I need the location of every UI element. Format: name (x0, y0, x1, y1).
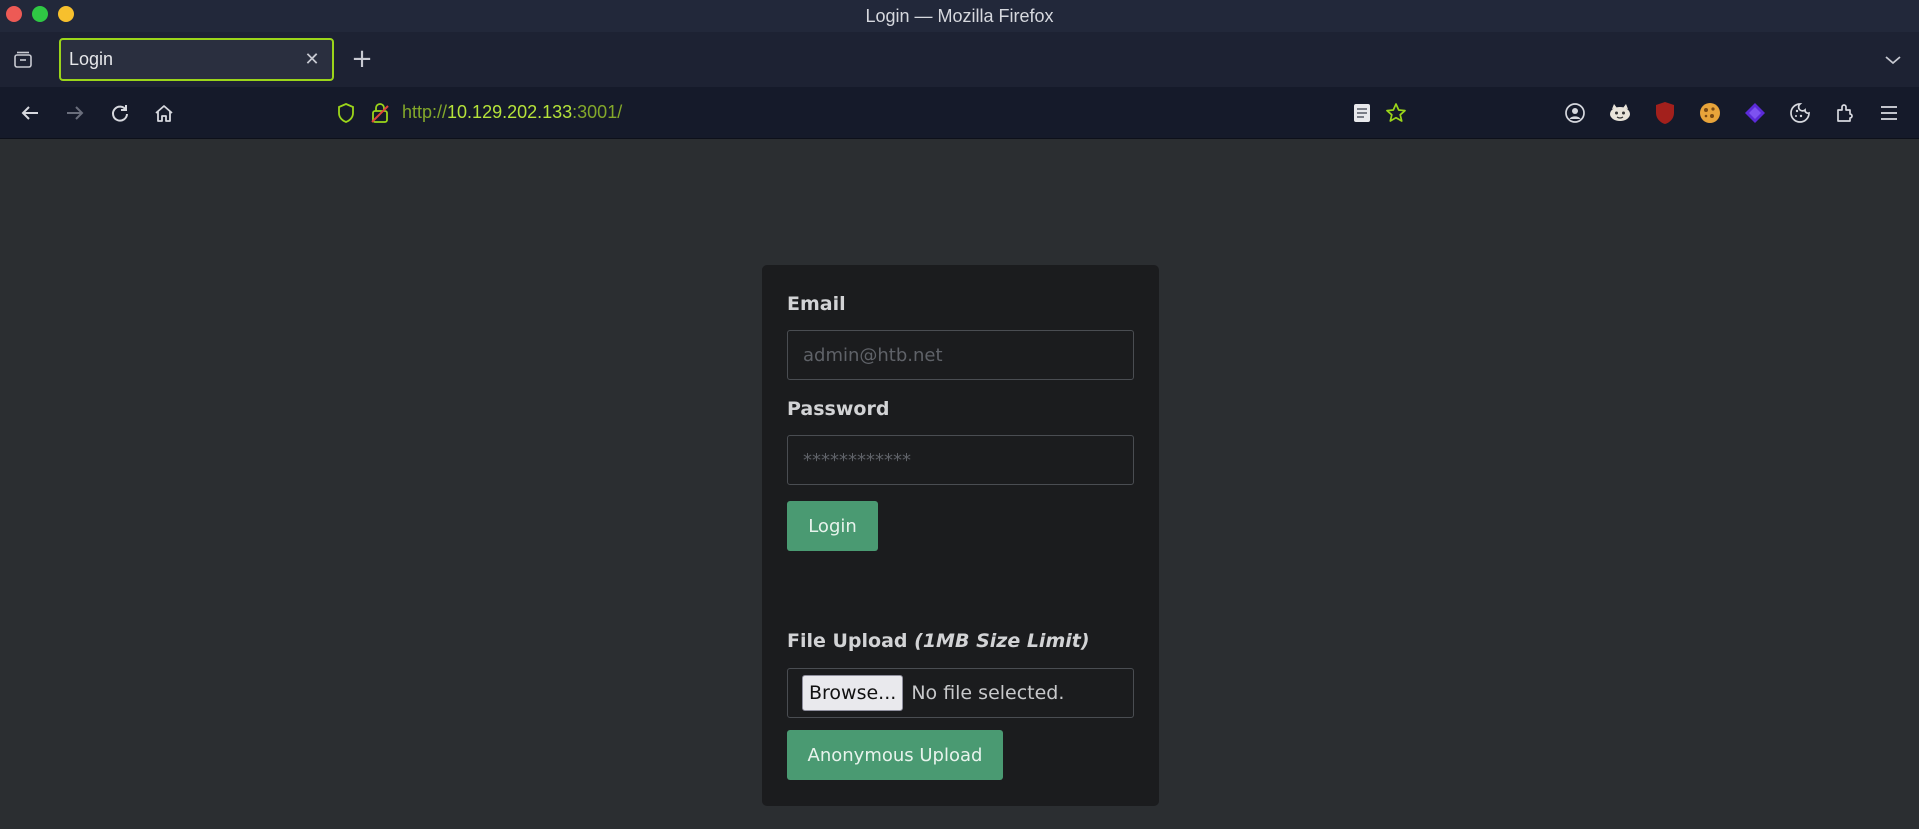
login-button[interactable]: Login (787, 501, 878, 551)
file-upload-label: File Upload (1MB Size Limit) (787, 630, 1090, 652)
extension-purple-button[interactable] (1742, 100, 1768, 126)
reader-view-button[interactable] (1350, 101, 1374, 125)
reader-view-icon (1354, 104, 1370, 122)
window-title: Login — Mozilla Firefox (865, 5, 1054, 26)
window-maximize-button[interactable] (58, 6, 74, 22)
tab-bar: Login ✕ + (0, 32, 1919, 87)
tracking-protection-button[interactable] (334, 101, 358, 125)
shield-icon (338, 103, 354, 123)
url-port-path: :3001/ (572, 102, 623, 122)
url-bar[interactable]: http://10.129.202.133:3001/ (330, 93, 1420, 133)
close-icon: ✕ (304, 49, 320, 70)
window-titlebar: Login — Mozilla Firefox (0, 0, 1919, 32)
tab-login[interactable]: Login ✕ (59, 38, 334, 81)
window-close-button[interactable] (6, 6, 22, 22)
back-button[interactable] (16, 99, 44, 127)
extensions-puzzle-icon (1837, 104, 1853, 122)
chevron-down-icon (1885, 56, 1901, 65)
file-upload-label-text: File Upload (787, 630, 908, 652)
ublock-origin-button[interactable] (1652, 100, 1678, 126)
tab-close-button[interactable]: ✕ (302, 50, 322, 70)
home-button[interactable] (150, 99, 178, 127)
bookmark-button[interactable] (1384, 101, 1408, 125)
password-label: Password (787, 398, 890, 420)
reload-button[interactable] (106, 99, 134, 127)
window-controls (6, 6, 74, 22)
url-text[interactable]: http://10.129.202.133:3001/ (402, 102, 622, 123)
new-tab-button[interactable]: + (350, 46, 374, 72)
star-icon (1386, 103, 1406, 122)
file-size-limit-note: (1MB Size Limit) (914, 630, 1090, 652)
file-status: No file selected. (911, 682, 1065, 704)
window-minimize-button[interactable] (32, 6, 48, 22)
extension-cat-button[interactable] (1607, 100, 1633, 126)
reload-icon (112, 105, 128, 122)
site-security-button[interactable] (368, 101, 392, 125)
tab-overview-button[interactable] (12, 49, 34, 71)
password-field[interactable] (787, 435, 1134, 485)
url-host: 10.129.202.133 (447, 102, 573, 122)
forward-arrow-icon (67, 106, 84, 120)
extension-cookie-icon (1700, 103, 1720, 123)
back-arrow-icon (21, 106, 38, 120)
account-icon (1565, 103, 1585, 123)
email-label: Email (787, 293, 846, 315)
url-scheme: http:// (402, 102, 448, 122)
extension-purple-icon (1745, 103, 1765, 123)
insecure-lock-icon (371, 103, 389, 123)
browse-button[interactable]: Browse... (802, 675, 904, 711)
account-button[interactable] (1562, 100, 1588, 126)
login-card: Email Password Login File Upload (1MB Si… (762, 265, 1159, 806)
anonymous-upload-button[interactable]: Anonymous Upload (787, 730, 1003, 780)
app-menu-button[interactable] (1876, 100, 1902, 126)
extension-cat-icon (1610, 104, 1630, 121)
tab-title: Login (69, 49, 114, 69)
list-all-tabs-button[interactable] (1881, 48, 1905, 72)
extensions-button[interactable] (1832, 100, 1858, 126)
forward-button[interactable] (61, 99, 89, 127)
home-icon (155, 105, 173, 122)
extension-cookie-button[interactable] (1697, 100, 1723, 126)
email-field[interactable] (787, 330, 1134, 380)
menu-hamburger-icon (1881, 106, 1897, 120)
plus-icon: + (351, 44, 373, 74)
ublock-origin-icon (1656, 102, 1674, 124)
tab-overview-icon (14, 51, 32, 68)
file-input[interactable]: Browse... No file selected. (787, 668, 1134, 718)
cookie-button[interactable] (1787, 100, 1813, 126)
cookie-icon (1790, 103, 1810, 123)
